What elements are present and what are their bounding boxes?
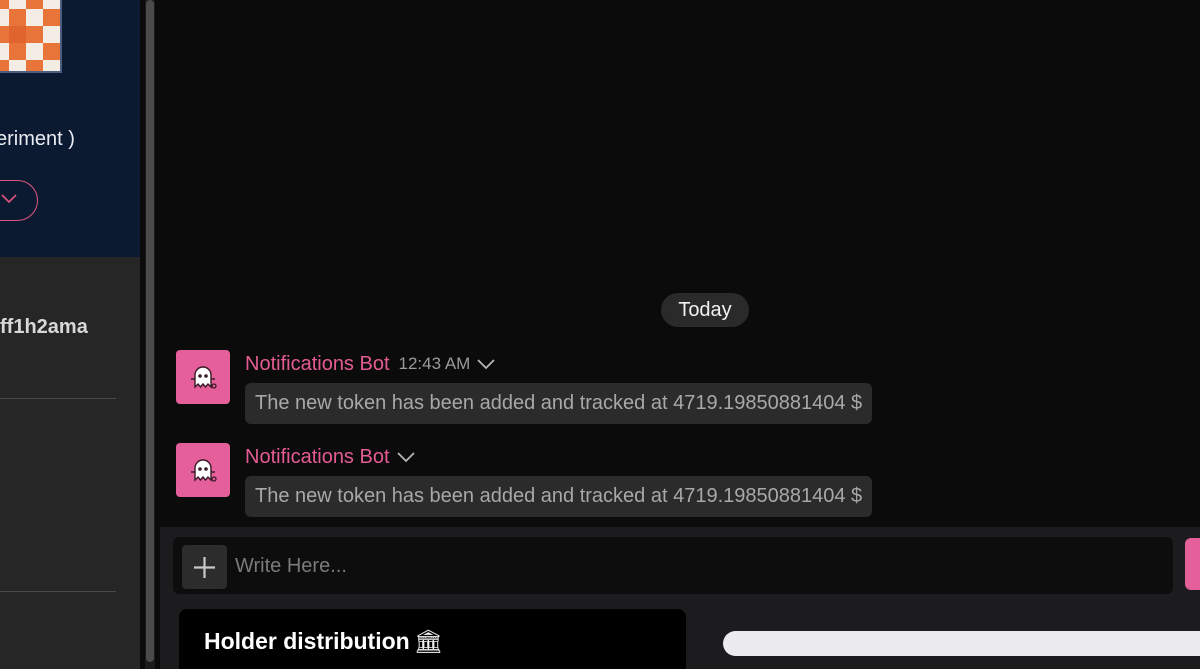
composer-bar (160, 527, 1200, 605)
sidebar-divider (0, 398, 116, 399)
date-separator: Today (661, 293, 749, 327)
message-bubble: The new token has been added and tracked… (245, 383, 873, 424)
bot-avatar[interactable] (176, 443, 230, 497)
bank-icon: 🏛 (413, 628, 443, 654)
message-input[interactable] (235, 545, 1155, 587)
sidebar-scrollbar[interactable] (145, 0, 155, 669)
left-sidebar: eriment ) ff1h2ama (0, 0, 140, 669)
chevron-down-icon[interactable] (477, 358, 495, 370)
send-button[interactable] (1185, 538, 1200, 590)
chat-message: Notifications Bot The new token has been… (176, 443, 1176, 533)
message-header: Notifications Bot (245, 445, 415, 469)
plus-icon (194, 557, 215, 578)
token-stats-area: Holder distribution 🏛 (160, 605, 1200, 669)
chevron-down-icon (1, 194, 17, 204)
message-timestamp: 12:43 AM (398, 354, 471, 373)
sidebar-divider (0, 591, 116, 592)
chevron-down-icon[interactable] (396, 451, 415, 463)
add-attachment-button[interactable] (182, 545, 227, 589)
message-bubble: The new token has been added and tracked… (245, 476, 873, 517)
app-root: eriment ) ff1h2ama Today Notifications B… (0, 0, 1200, 669)
progress-bar (723, 631, 1200, 656)
holder-distribution-card: Holder distribution 🏛 (179, 609, 686, 669)
profile-expand-button[interactable] (0, 180, 38, 221)
profile-card: eriment ) (0, 0, 140, 257)
message-composer (173, 537, 1173, 594)
message-header: Notifications Bot 12:43 AM (245, 352, 495, 376)
chat-panel: Today Notifications Bot 12:43 AM The new… (160, 0, 1200, 527)
bot-avatar[interactable] (176, 350, 230, 404)
wallet-address-label[interactable]: ff1h2ama (0, 316, 88, 339)
ghost-bot-icon (191, 459, 217, 482)
message-author[interactable]: Notifications Bot (245, 446, 390, 469)
chat-message: Notifications Bot 12:43 AM The new token… (176, 350, 1176, 440)
holder-distribution-label: Holder distribution (204, 628, 410, 654)
message-author[interactable]: Notifications Bot (245, 353, 390, 376)
profile-name: eriment ) (0, 128, 75, 150)
profile-avatar-image[interactable] (0, 0, 62, 73)
holder-distribution-title: Holder distribution 🏛 (204, 628, 443, 655)
ghost-bot-icon (191, 366, 217, 389)
scrollbar-thumb[interactable] (146, 0, 154, 662)
